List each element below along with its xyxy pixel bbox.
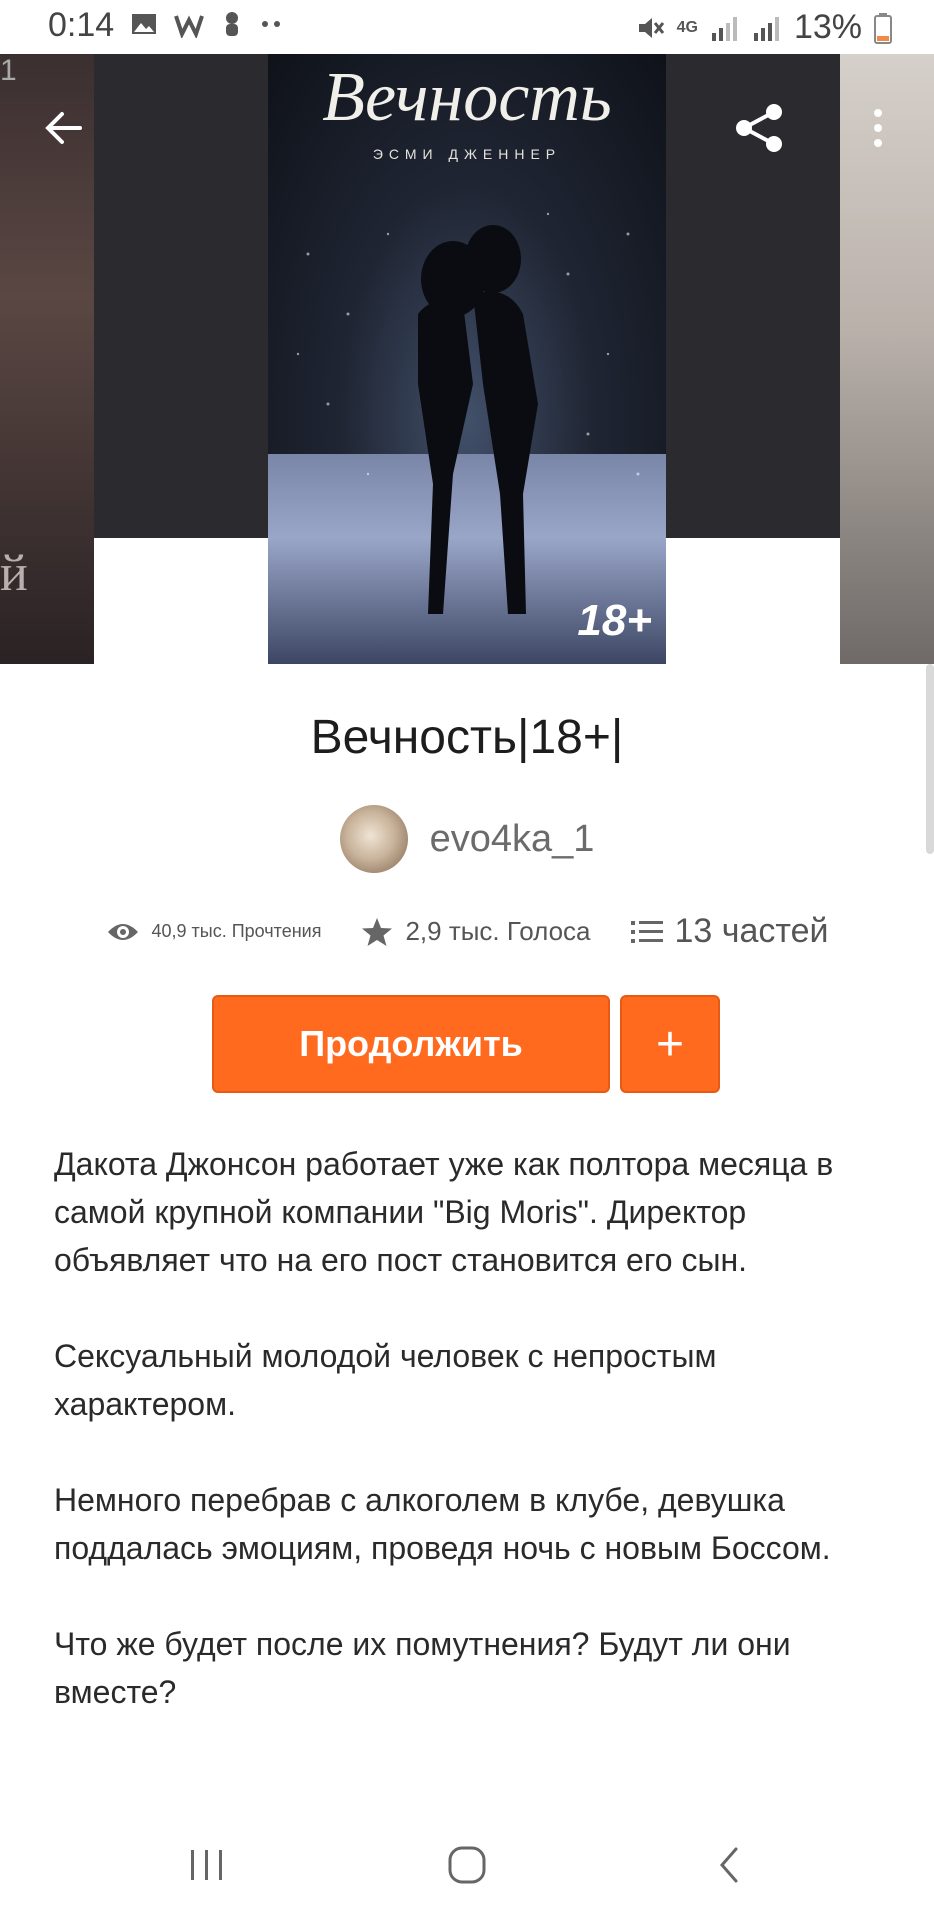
author-name[interactable]: evo4ka_1 xyxy=(430,818,595,861)
votes-count: 2,9 тыс. Голоса xyxy=(405,916,591,946)
back-button[interactable] xyxy=(28,92,100,164)
book-cover[interactable]: Вечность ЭСМИ ДЖЕННЕР 18+ xyxy=(268,54,666,664)
cover-carousel[interactable]: 1 й Вечность ЭСМИ ДЖЕННЕР 18+ xyxy=(0,54,934,664)
signal-icon-2 xyxy=(753,16,779,41)
recent-apps-button[interactable] xyxy=(172,1830,242,1900)
battery-icon xyxy=(874,12,892,44)
notification-icons xyxy=(130,10,284,38)
description-paragraph: Немного перебрав с алкоголем в клубе, де… xyxy=(54,1482,831,1566)
eye-icon xyxy=(107,923,138,940)
reads-stat: 40,9 тыс. Прочтения xyxy=(106,920,322,944)
system-navigation-bar xyxy=(0,1810,934,1920)
back-nav-button[interactable] xyxy=(694,1830,764,1900)
description-paragraph: Сексуальный молодой человек с непростым … xyxy=(54,1338,717,1422)
more-notifications-icon xyxy=(262,21,280,27)
status-time: 0:14 xyxy=(48,6,115,44)
home-icon xyxy=(448,1846,486,1884)
mute-icon xyxy=(638,17,664,38)
author-link[interactable]: evo4ka_1 xyxy=(0,805,934,873)
status-bar: 0:14 4G 13% xyxy=(0,0,934,54)
age-rating-badge: 18+ xyxy=(577,596,652,645)
arrow-left-icon xyxy=(45,112,82,144)
more-vertical-icon xyxy=(874,109,882,147)
home-button[interactable] xyxy=(432,1830,502,1900)
description-paragraph: Что же будет после их помутнения? Будут … xyxy=(54,1626,791,1710)
system-status-icons: 4G 13% xyxy=(635,8,892,47)
app-notification-icon xyxy=(226,12,238,36)
recent-apps-icon xyxy=(191,1850,222,1880)
list-icon xyxy=(630,920,663,943)
battery-percentage: 13% xyxy=(793,8,862,46)
votes-stat: 2,9 тыс. Голоса xyxy=(361,916,591,948)
previous-cover-letter: й xyxy=(0,545,28,602)
continue-reading-button[interactable]: Продолжить xyxy=(212,995,610,1093)
add-to-library-button[interactable]: + xyxy=(620,995,720,1093)
parts-count: 13 частей xyxy=(674,912,829,950)
cover-title: Вечность xyxy=(322,59,612,136)
signal-icon-1 xyxy=(711,16,737,41)
author-avatar[interactable] xyxy=(339,805,408,873)
gallery-notification-icon xyxy=(132,14,156,34)
previous-cover-text: 1 xyxy=(0,54,17,87)
book-title: Вечность|18+| xyxy=(310,711,624,764)
network-type: 4G xyxy=(676,18,698,36)
star-icon xyxy=(362,917,393,946)
description-paragraph: Дакота Джонсон работает уже как полтора … xyxy=(54,1146,834,1278)
chevron-left-icon xyxy=(720,1847,738,1883)
more-options-button[interactable] xyxy=(842,92,914,164)
reads-count: 40,9 тыс. Прочтения xyxy=(151,921,322,941)
wattpad-notification-icon xyxy=(174,15,204,38)
book-description: Дакота Джонсон работает уже как полтора … xyxy=(54,1140,874,1764)
share-button[interactable] xyxy=(724,92,796,164)
share-icon xyxy=(736,104,782,152)
book-stats: 40,9 тыс. Прочтения 2,9 тыс. Голоса 13 ч… xyxy=(0,912,934,951)
action-buttons: Продолжить + xyxy=(212,995,720,1093)
parts-stat[interactable]: 13 частей xyxy=(630,912,829,951)
cover-author: ЭСМИ ДЖЕННЕР xyxy=(372,146,562,162)
